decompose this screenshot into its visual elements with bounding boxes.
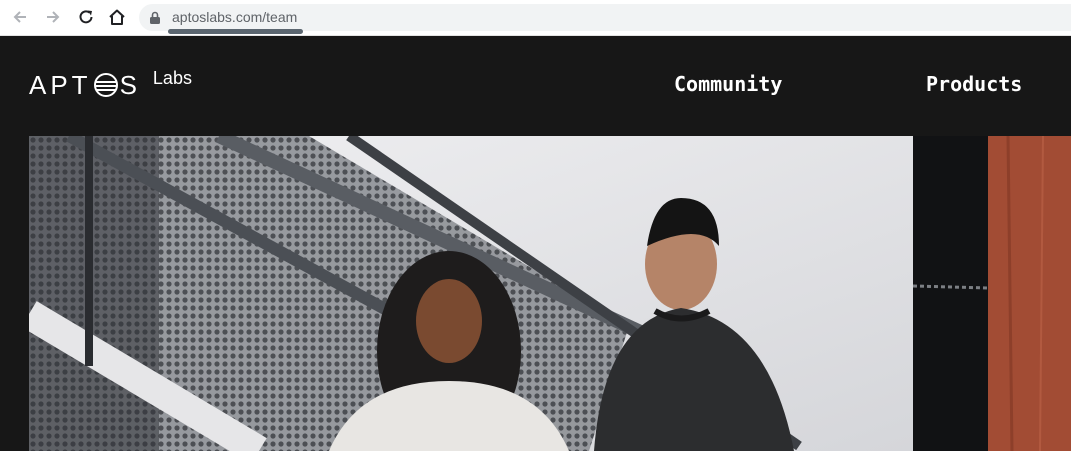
scroll-indicator [168,29,303,34]
reload-icon [79,10,93,24]
nav-community-link[interactable]: Community [674,72,782,96]
arrow-right-icon [47,11,60,23]
orange-photo-edge [988,135,1071,451]
reload-button[interactable] [75,6,97,28]
browser-toolbar: aptoslabs.com/team [0,0,1071,36]
logo-subtitle: Labs [152,68,192,88]
carousel-next-photo [988,135,1071,451]
carousel-next-preview [912,136,989,451]
aptos-o-icon [93,73,118,97]
arrow-left-icon [13,11,26,23]
logo-wordmark: APT S [29,70,141,101]
dark-photo-edge [912,136,989,451]
nav-products-link[interactable]: Products [926,72,1022,96]
aptos-labs-logo[interactable]: APT S Labs [29,68,192,101]
logo-text-start: APT [29,70,92,100]
team-photo-illustration [29,136,913,451]
home-button[interactable] [106,6,128,28]
forward-button[interactable] [42,6,64,28]
logo-text-end: S [119,70,141,100]
page-content: APT S Labs Community Products [0,36,1071,451]
home-icon [109,9,125,25]
lock-icon [150,11,160,24]
address-bar[interactable]: aptoslabs.com/team [139,4,1071,31]
back-button[interactable] [9,6,31,28]
url-text: aptoslabs.com/team [172,9,298,25]
team-hero-photo [29,136,913,451]
